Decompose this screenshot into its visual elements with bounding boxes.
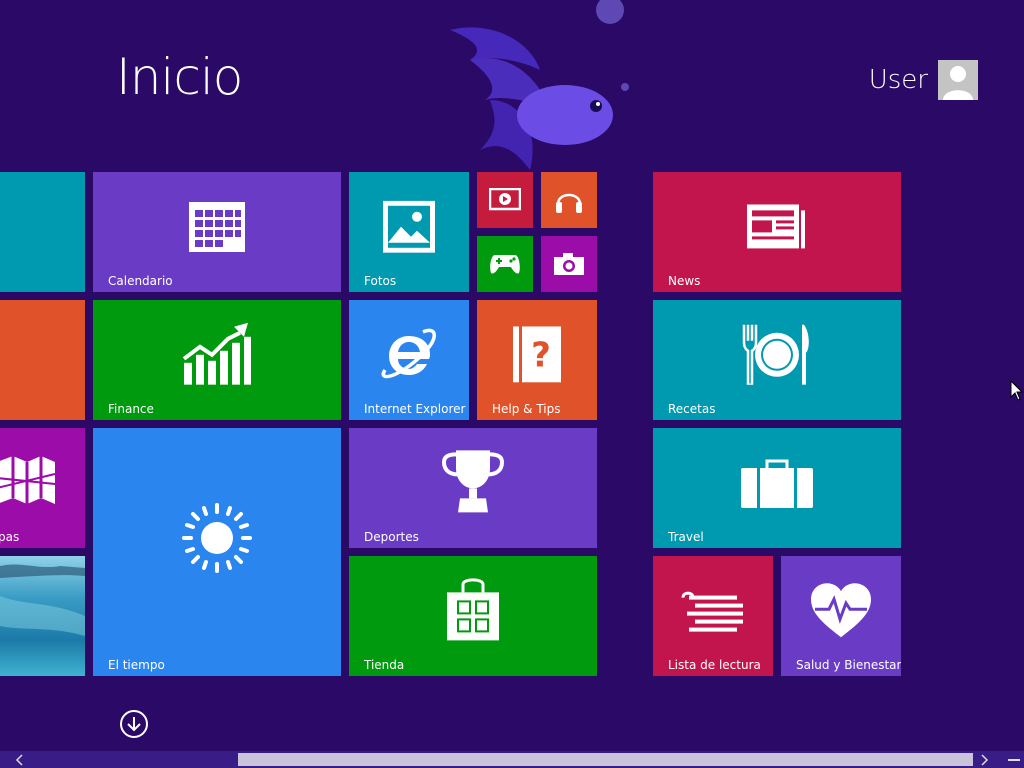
chevron-right-icon: [981, 753, 989, 766]
tile-label: Recetas: [668, 402, 716, 416]
tile-label: Finance: [108, 402, 154, 416]
tile-label: pas: [0, 530, 20, 544]
newspaper-icon: [747, 204, 805, 249]
trophy-icon: [441, 450, 505, 513]
tile-label: News: [668, 274, 701, 288]
stock-chart-icon: [182, 322, 251, 385]
user-avatar-icon: [938, 60, 978, 100]
tile-help-tips[interactable]: ? Help & Tips: [477, 300, 597, 420]
horizontal-scrollbar[interactable]: [0, 751, 1024, 768]
desktop-wallpaper-thumbnail: [0, 564, 85, 636]
tile-label: Fotos: [364, 274, 397, 288]
semantic-zoom-button[interactable]: [1006, 753, 1022, 766]
tile-label: Calendario: [108, 274, 173, 288]
tile-maps[interactable]: pas: [0, 428, 85, 548]
svg-text:?: ?: [531, 335, 551, 375]
map-icon: [0, 456, 56, 504]
tile-news[interactable]: News: [653, 172, 901, 292]
suitcase-icon: [741, 459, 813, 508]
tile-internet-explorer[interactable]: Internet Explorer: [349, 300, 469, 420]
minus-icon: [1008, 758, 1020, 761]
sun-icon: [182, 503, 252, 573]
reading-list-icon: [681, 591, 743, 632]
camera-icon: [554, 253, 584, 275]
tile-label: Salud y Bienestar: [796, 658, 901, 672]
tile-label: Deportes: [364, 530, 419, 544]
photo-icon: [383, 200, 435, 253]
tile-label: Internet Explorer: [364, 402, 466, 416]
tile-label: Lista de lectura: [668, 658, 761, 672]
store-bag-icon: [447, 578, 499, 641]
tile-label: Travel: [668, 530, 704, 544]
plate-cutlery-icon: [742, 324, 809, 385]
scroll-thumb[interactable]: [238, 753, 973, 766]
tile-travel[interactable]: Travel: [653, 428, 901, 548]
tile-label: Tienda: [364, 658, 405, 672]
heart-rate-icon: [811, 583, 871, 638]
chevron-left-icon: [15, 753, 23, 766]
tile-music[interactable]: [541, 172, 597, 228]
tile-desktop[interactable]: [0, 556, 85, 676]
tile-camera[interactable]: [541, 236, 597, 292]
tile-store[interactable]: Tienda: [349, 556, 597, 676]
user-account[interactable]: User: [869, 60, 978, 100]
scroll-right-button[interactable]: [976, 751, 994, 768]
tile-sports[interactable]: Deportes: [349, 428, 597, 548]
internet-explorer-icon: [381, 328, 436, 379]
tile-health[interactable]: Salud y Bienestar: [781, 556, 901, 676]
tile-finance[interactable]: Finance: [93, 300, 341, 420]
game-controller-icon: [490, 255, 520, 274]
scroll-left-button[interactable]: [10, 751, 28, 768]
tile-label: El tiempo: [108, 658, 165, 672]
tile-weather[interactable]: El tiempo: [93, 428, 341, 676]
tile-recipes[interactable]: Recetas: [653, 300, 901, 420]
tile-games[interactable]: [477, 236, 533, 292]
tile-label: Help & Tips: [492, 402, 561, 416]
betta-fish-background: [450, 0, 629, 170]
calendar-icon: [189, 202, 245, 252]
arrow-down-icon: [127, 717, 141, 732]
tile-partial-orange[interactable]: [0, 300, 85, 420]
tile-partial-teal[interactable]: [0, 172, 85, 292]
tile-reading-list[interactable]: Lista de lectura: [653, 556, 773, 676]
start-screen-title: Inicio: [116, 48, 243, 106]
mouse-pointer-icon: [1010, 380, 1024, 401]
video-icon: [489, 188, 521, 211]
tile-video[interactable]: [477, 172, 533, 228]
all-apps-arrow-button[interactable]: [120, 710, 148, 738]
tile-photos[interactable]: Fotos: [349, 172, 469, 292]
headphones-icon: [556, 193, 582, 213]
user-name: User: [868, 65, 928, 95]
tile-calendar[interactable]: Calendario: [93, 172, 341, 292]
help-book-icon: ?: [513, 326, 561, 383]
